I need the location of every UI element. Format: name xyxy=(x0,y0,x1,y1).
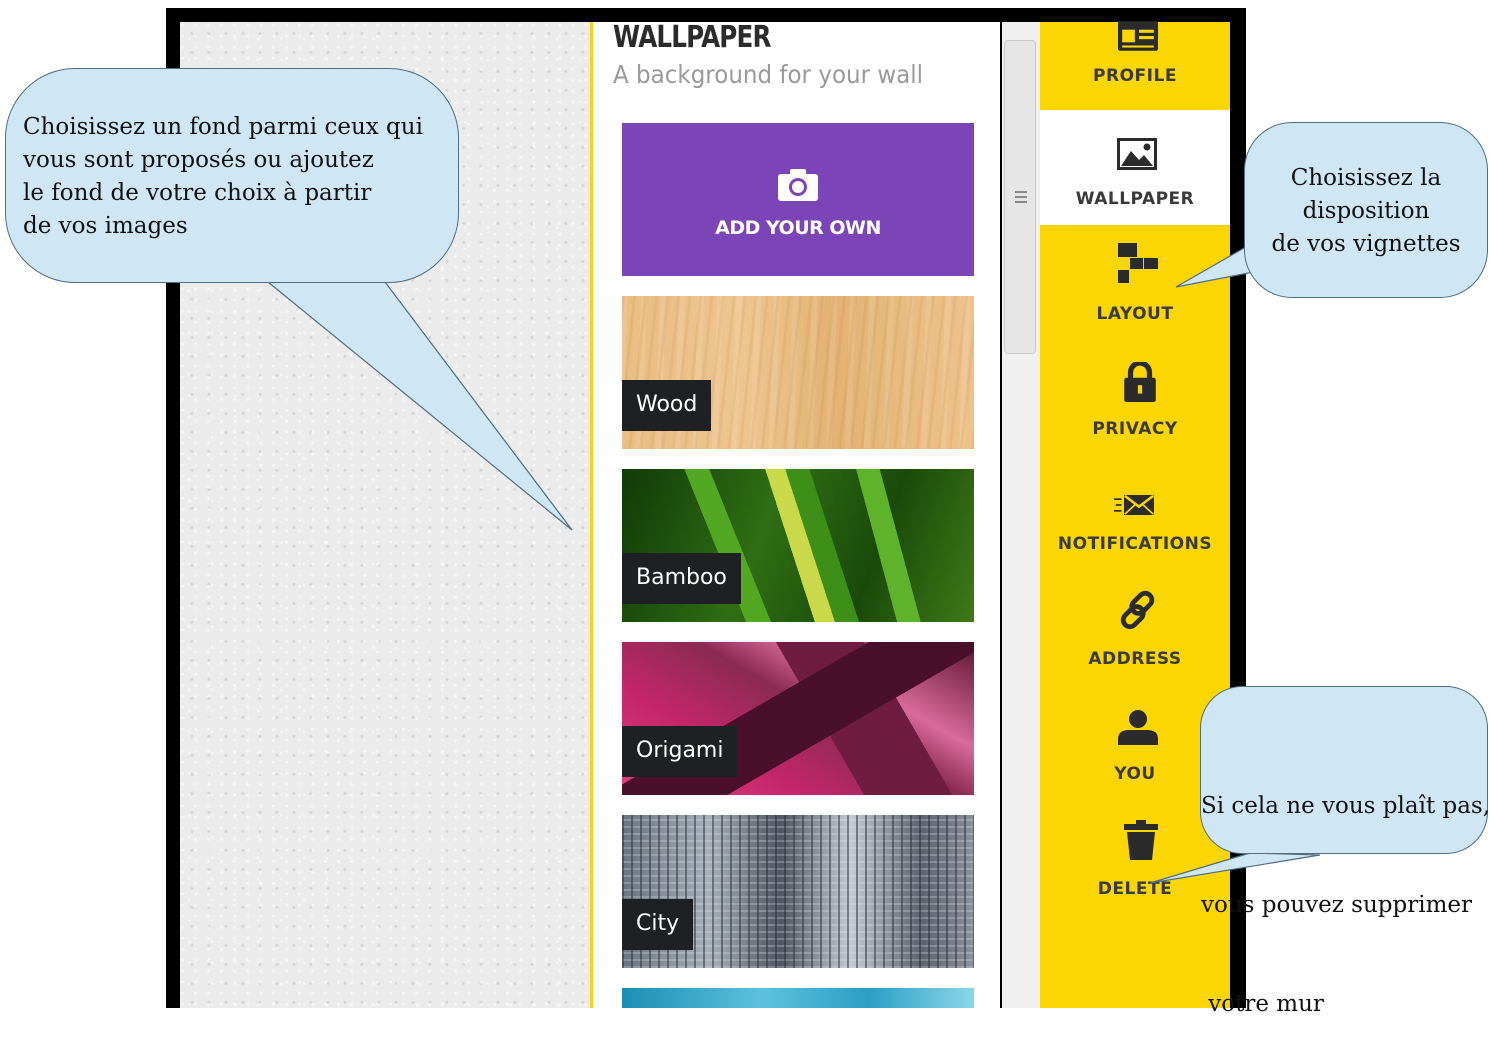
callout-line: Choisissez un fond parmi ceux qui xyxy=(23,114,423,140)
callout-wallpaper: Choisissez un fond parmi ceux qui vous s… xyxy=(5,68,459,283)
callout-line: vous pouvez supprimer xyxy=(1201,892,1473,918)
callout-line: vous sont proposés ou ajoutez xyxy=(23,147,374,173)
callout-line: de vos vignettes xyxy=(1271,231,1461,257)
callout-line: de vos images xyxy=(23,213,188,239)
callout-line: Si cela ne vous plaît pas, xyxy=(1201,793,1490,819)
callout-line: Choisissez la xyxy=(1290,165,1442,191)
callout-layout: Choisissez la disposition de vos vignett… xyxy=(1244,122,1488,298)
callout-line: le fond de votre choix à partir xyxy=(23,180,372,206)
callout-line: disposition xyxy=(1302,198,1430,224)
callout-line: votre mur xyxy=(1201,991,1324,1017)
callout-delete: Si cela ne vous plaît pas, vous pouvez s… xyxy=(1200,686,1490,1017)
